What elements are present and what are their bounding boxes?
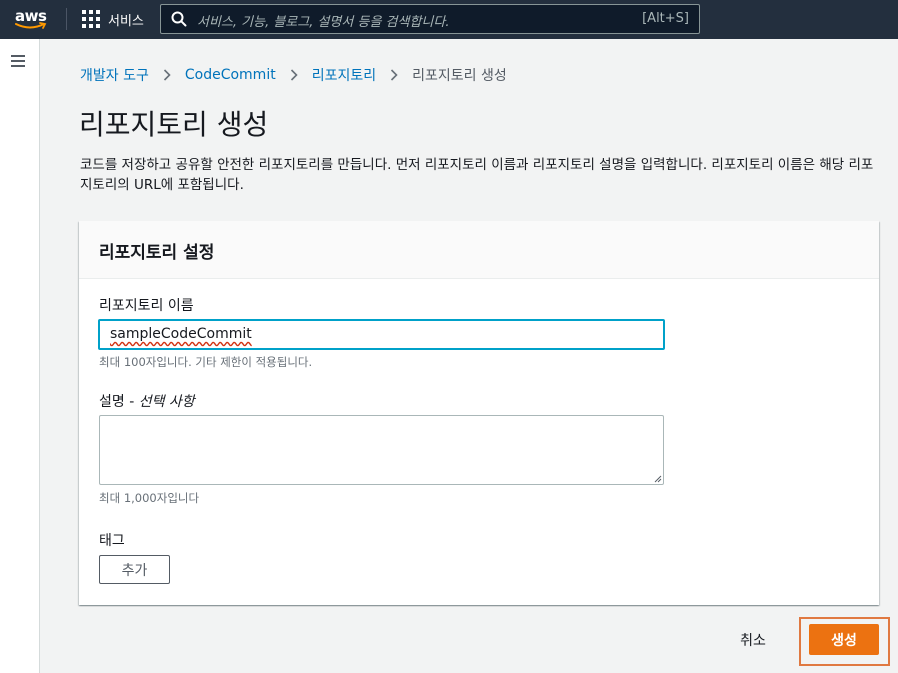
breadcrumb: 개발자 도구 CodeCommit 리포지토리 리포지토리 생성 (80, 65, 507, 85)
top-navigation: aws 서비스 서비스, 기능, 블로그, 설명서 등을 검색합니다. [Alt… (0, 0, 898, 39)
add-tag-button[interactable]: 추가 (99, 555, 170, 584)
breadcrumb-current: 리포지토리 생성 (412, 68, 507, 84)
search-input[interactable]: 서비스, 기능, 블로그, 설명서 등을 검색합니다. [Alt+S] (160, 4, 700, 34)
repository-name-hint: 최대 100자입니다. 기타 제한이 적용됩니다. (99, 355, 313, 369)
chevron-right-icon (163, 69, 171, 81)
page-description: 코드를 저장하고 공유할 안전한 리포지토리를 만듭니다. 먼저 리포지토리 이… (80, 157, 874, 193)
aws-smile-icon (15, 22, 47, 29)
description-label: 설명 - 선택 사항 (99, 394, 195, 410)
grid-icon (82, 10, 100, 28)
breadcrumb-developer-tools[interactable]: 개발자 도구 (80, 65, 149, 85)
chevron-right-icon (390, 69, 398, 81)
search-shortcut: [Alt+S] (642, 11, 689, 26)
search-icon (171, 11, 187, 27)
repository-name-label: 리포지토리 이름 (99, 298, 194, 314)
nav-divider (66, 8, 67, 30)
breadcrumb-codecommit[interactable]: CodeCommit (185, 67, 276, 83)
create-button[interactable]: 생성 (809, 624, 879, 655)
chevron-right-icon (290, 69, 298, 81)
optional-label: 선택 사항 (138, 394, 195, 410)
repository-settings-panel: 리포지토리 설정 리포지토리 이름 sampleCodeCommit 최대 10… (79, 221, 879, 605)
description-label-text: 설명 (99, 394, 125, 410)
panel-header: 리포지토리 설정 (79, 221, 879, 279)
panel-title: 리포지토리 설정 (99, 243, 215, 263)
resize-grip-icon[interactable] (654, 475, 662, 483)
services-label: 서비스 (108, 13, 144, 29)
breadcrumb-repositories[interactable]: 리포지토리 (312, 65, 376, 85)
page-title: 리포지토리 생성 (79, 108, 269, 141)
repository-name-value: sampleCodeCommit (110, 326, 252, 342)
aws-logo[interactable]: aws (15, 7, 51, 33)
hamburger-menu-icon[interactable] (11, 55, 25, 67)
side-navigation-rail (0, 39, 40, 673)
search-placeholder: 서비스, 기능, 블로그, 설명서 등을 검색합니다. (197, 15, 450, 30)
description-textarea[interactable] (99, 415, 664, 485)
repository-name-input[interactable]: sampleCodeCommit (98, 319, 665, 350)
tags-label: 태그 (99, 533, 125, 549)
services-menu-button[interactable]: 서비스 (82, 9, 144, 29)
cancel-button[interactable]: 취소 (725, 628, 781, 652)
description-hint: 최대 1,000자입니다 (99, 491, 200, 505)
